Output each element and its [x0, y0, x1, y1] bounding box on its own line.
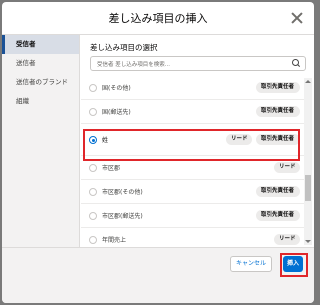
field-row[interactable]: 年間売上 リード [81, 228, 306, 247]
modal-header: 差し込み項目の挿入 [2, 2, 314, 35]
object-badge: リード [274, 162, 300, 173]
sidebar-item-recipient[interactable]: 受信者 [2, 35, 79, 54]
scroll-up-icon[interactable] [305, 80, 311, 83]
sidebar-item-sender[interactable]: 送信者 [2, 54, 79, 73]
field-row[interactable]: 市区郡(その他) 取引先責任者 [81, 180, 306, 204]
field-label: 市区郡(その他) [102, 189, 143, 196]
sidebar: 受信者 送信者 送信者のブランド 組織 [2, 35, 80, 247]
field-label: 年間売上 [102, 237, 127, 244]
field-label: 国(その他) [102, 85, 131, 92]
object-badge: 取引先責任者 [256, 210, 300, 221]
radio-button[interactable] [89, 212, 97, 220]
close-icon[interactable] [290, 11, 304, 25]
object-badge: リード [274, 234, 300, 245]
modal-footer: キャンセル 挿入 [2, 247, 314, 303]
field-label: 国(郵送先) [102, 109, 131, 116]
field-label: 市区郡(郵送先) [102, 213, 143, 220]
cancel-button[interactable]: キャンセル [230, 256, 272, 272]
field-row[interactable]: 国(郵送先) 取引先責任者 [81, 100, 306, 124]
field-row[interactable]: 市区郡(郵送先) 取引先責任者 [81, 204, 306, 228]
radio-button[interactable] [89, 108, 97, 116]
scroll-down-icon[interactable] [305, 240, 311, 243]
insert-button-highlight [280, 253, 308, 277]
scrollbar[interactable] [304, 78, 312, 245]
sidebar-item-sender-brand[interactable]: 送信者のブランド [2, 73, 79, 92]
selected-row-highlight [83, 129, 300, 161]
radio-button[interactable] [89, 84, 97, 92]
section-title: 差し込み項目の選択 [90, 43, 158, 52]
radio-button[interactable] [89, 188, 97, 196]
object-badge: 取引先責任者 [256, 82, 300, 93]
sidebar-item-organization[interactable]: 組織 [2, 92, 79, 111]
scrollbar-thumb[interactable] [305, 175, 311, 201]
modal-title: 差し込み項目の挿入 [108, 12, 208, 25]
object-badge: 取引先責任者 [256, 186, 300, 197]
field-label: 市区郡 [102, 165, 121, 172]
search-icon [292, 59, 301, 68]
field-row[interactable]: 国(その他) 取引先責任者 [81, 80, 306, 100]
object-badge: 取引先責任者 [256, 106, 300, 117]
radio-button[interactable] [89, 236, 97, 244]
search-input[interactable]: 受信者 差し込み項目を検索... [90, 56, 306, 71]
field-list: 国(その他) 取引先責任者 国(郵送先) 取引先責任者姓取引先責任者 リード 市区郡 リード… [81, 80, 306, 247]
search-placeholder: 受信者 差し込み項目を検索... [97, 62, 170, 68]
radio-button[interactable] [89, 164, 97, 172]
